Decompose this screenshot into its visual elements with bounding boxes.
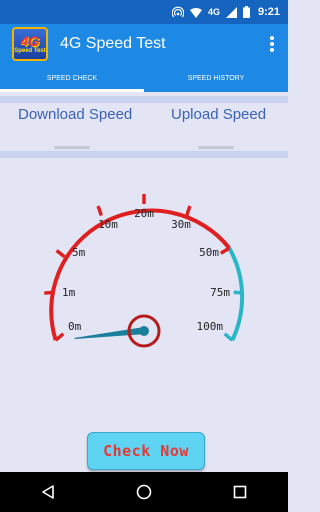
gauge-tick: [54, 332, 65, 342]
hotspot-icon: [171, 6, 184, 18]
gauge-needle-hub: [139, 326, 149, 336]
tab-speed-history[interactable]: SPEED HISTORY: [144, 64, 288, 92]
upload-speed-label: Upload Speed: [171, 106, 267, 123]
tab-speed-check[interactable]: SPEED CHECK: [0, 64, 144, 92]
speedometer-gauge: 0m 1m 5m 10m 20m 30m 50m 75m 100m: [44, 194, 245, 348]
overflow-menu-icon[interactable]: [260, 29, 284, 59]
gauge-label-0: 0m: [68, 320, 82, 333]
battery-icon: [242, 6, 250, 18]
gauge-label-75: 75m: [210, 286, 230, 299]
navigation-bar: [0, 472, 288, 512]
gauge-label-20: 20m: [134, 207, 154, 220]
app-title: 4G Speed Test: [60, 35, 166, 52]
gauge-label-10: 10m: [98, 218, 118, 231]
clock: 9:21: [257, 6, 280, 18]
logo-subtext: Speed Test: [14, 47, 46, 54]
status-bar: 4G 9:21: [0, 0, 288, 24]
app-bar: 4G Speed Test 4G Speed Test: [0, 24, 288, 64]
back-icon[interactable]: [28, 472, 68, 512]
gauge-label-100: 100m: [197, 320, 224, 333]
divider: [0, 96, 288, 103]
tab-bar: SPEED CHECK SPEED HISTORY: [0, 64, 288, 92]
network-type: 4G: [207, 7, 220, 17]
signal-icon: [225, 6, 237, 18]
gauge-tick: [219, 246, 231, 255]
check-now-button[interactable]: Check Now: [87, 432, 205, 470]
gauge-tick: [223, 332, 234, 342]
download-speed-value: [54, 146, 90, 149]
app-logo: 4G Speed Test: [12, 27, 48, 61]
download-speed-label: Download Speed: [18, 106, 133, 123]
wifi-icon: [189, 7, 202, 18]
gauge-tick: [233, 290, 244, 295]
gauge-label-1: 1m: [62, 286, 76, 299]
gauge-tick: [96, 205, 103, 217]
gauge-tick: [55, 249, 66, 259]
gauge-needle: [74, 327, 146, 339]
gauge-label-50: 50m: [199, 246, 219, 259]
gauge-tick: [185, 205, 192, 217]
gauge-label-30: 30m: [171, 218, 191, 231]
recents-icon[interactable]: [220, 472, 260, 512]
logo-text: 4G: [20, 32, 40, 49]
upload-speed-value: [198, 146, 234, 149]
gauge-label-5: 5m: [72, 246, 86, 259]
divider: [0, 151, 288, 158]
home-icon[interactable]: [124, 472, 164, 512]
gauge-tick: [44, 290, 55, 295]
